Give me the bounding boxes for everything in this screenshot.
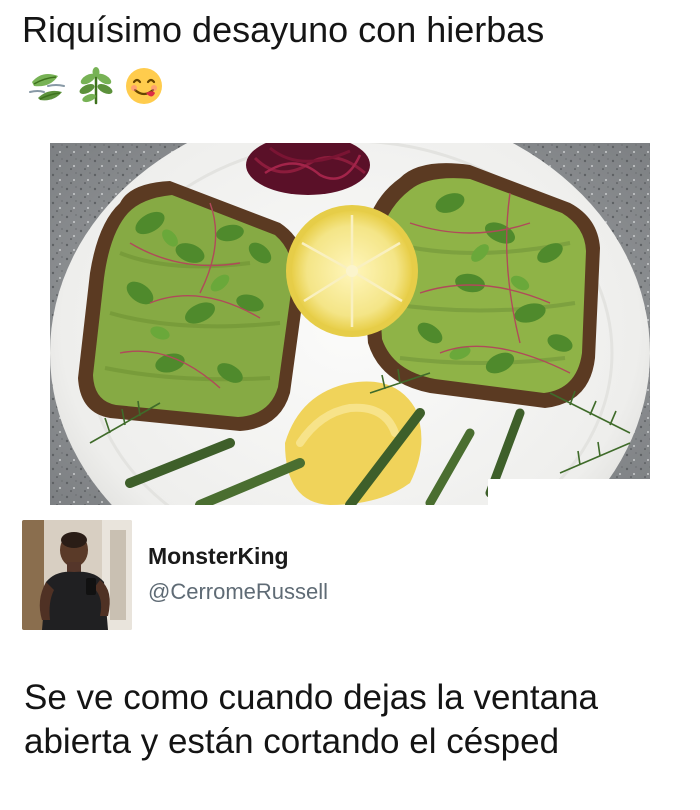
herb-icon: [78, 67, 114, 105]
emoji-row: [28, 66, 164, 106]
user-handle[interactable]: @CerromeRussell: [148, 578, 328, 606]
leaf-fluttering-in-wind-icon: [28, 68, 68, 104]
tweet-text: Se ve como cuando dejas la ventana abier…: [24, 678, 598, 761]
post-caption: Riquísimo desayuno con hierbas: [22, 9, 545, 50]
tweet-author: MonsterKing @CerromeRussell: [22, 520, 662, 630]
food-photo: [50, 143, 650, 505]
face-savoring-food-icon: [124, 66, 164, 106]
display-name[interactable]: MonsterKing: [148, 542, 289, 570]
avatar[interactable]: [22, 520, 132, 630]
